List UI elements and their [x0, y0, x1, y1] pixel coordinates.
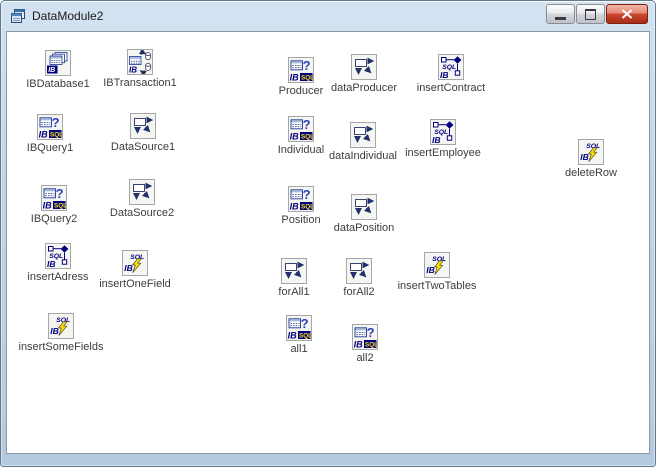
datasource-icon: [350, 122, 376, 148]
component-ibtransaction1[interactable]: IBTransaction1: [80, 49, 200, 89]
component-all2[interactable]: all2: [305, 324, 425, 364]
ibquery-icon: [37, 114, 63, 140]
component-inserttwotables[interactable]: insertTwoTables: [377, 252, 497, 292]
ibsql-icon: [122, 250, 148, 276]
ibtransaction-icon: [127, 49, 153, 75]
storedproc-icon: [430, 119, 456, 145]
maximize-button[interactable]: [576, 4, 605, 24]
component-label: insertTwoTables: [397, 280, 477, 292]
titlebar[interactable]: DataModule2: [1, 1, 655, 31]
datasource-icon: [130, 113, 156, 139]
component-label: IBTransaction1: [103, 77, 177, 89]
datasource-icon: [351, 54, 377, 80]
ibsql-icon: [578, 139, 604, 165]
ibdatabase-icon: [45, 50, 71, 76]
component-label: DataSource1: [110, 141, 176, 153]
component-datasource2[interactable]: DataSource2: [82, 179, 202, 219]
component-label: deleteRow: [565, 167, 617, 179]
ibquery-icon: [41, 185, 67, 211]
component-deleterow[interactable]: deleteRow: [531, 139, 651, 179]
component-label: insertSomeFields: [18, 341, 104, 353]
window-title: DataModule2: [32, 9, 104, 23]
storedproc-icon: [438, 54, 464, 80]
component-label: dataPosition: [333, 222, 395, 234]
close-button[interactable]: [606, 4, 648, 24]
component-datasource1[interactable]: DataSource1: [83, 113, 203, 153]
component-insertemployee[interactable]: insertEmployee: [383, 119, 503, 159]
component-dataposition[interactable]: dataPosition: [304, 194, 424, 234]
datasource-icon: [351, 194, 377, 220]
component-label: IBQuery1: [26, 142, 74, 154]
component-label: dataProducer: [330, 82, 398, 94]
ibquery-icon: [352, 324, 378, 350]
datamodule-window-icon: [10, 8, 26, 24]
component-label: DataSource2: [109, 207, 175, 219]
component-label: all2: [356, 352, 374, 364]
datasource-icon: [346, 258, 372, 284]
datasource-icon: [129, 179, 155, 205]
ibsql-icon: [48, 313, 74, 339]
component-label: IBQuery2: [30, 213, 78, 225]
maximize-icon: [585, 8, 596, 20]
minimize-icon: [555, 16, 566, 20]
component-label: insertContract: [416, 82, 486, 94]
component-label: insertEmployee: [405, 147, 481, 159]
storedproc-icon: [45, 243, 71, 269]
component-insertsomefields[interactable]: insertSomeFields: [1, 313, 121, 353]
ibsql-icon: [424, 252, 450, 278]
datamodule-window: DataModule2 IBDatabase1 IBTransaction1 P…: [0, 0, 656, 467]
component-insertonefield[interactable]: insertOneField: [75, 250, 195, 290]
minimize-button[interactable]: [546, 4, 575, 24]
close-icon: [621, 9, 633, 19]
component-label: insertOneField: [99, 278, 171, 290]
component-insertcontract[interactable]: insertContract: [391, 54, 511, 94]
component-label: forAll2: [343, 286, 375, 298]
